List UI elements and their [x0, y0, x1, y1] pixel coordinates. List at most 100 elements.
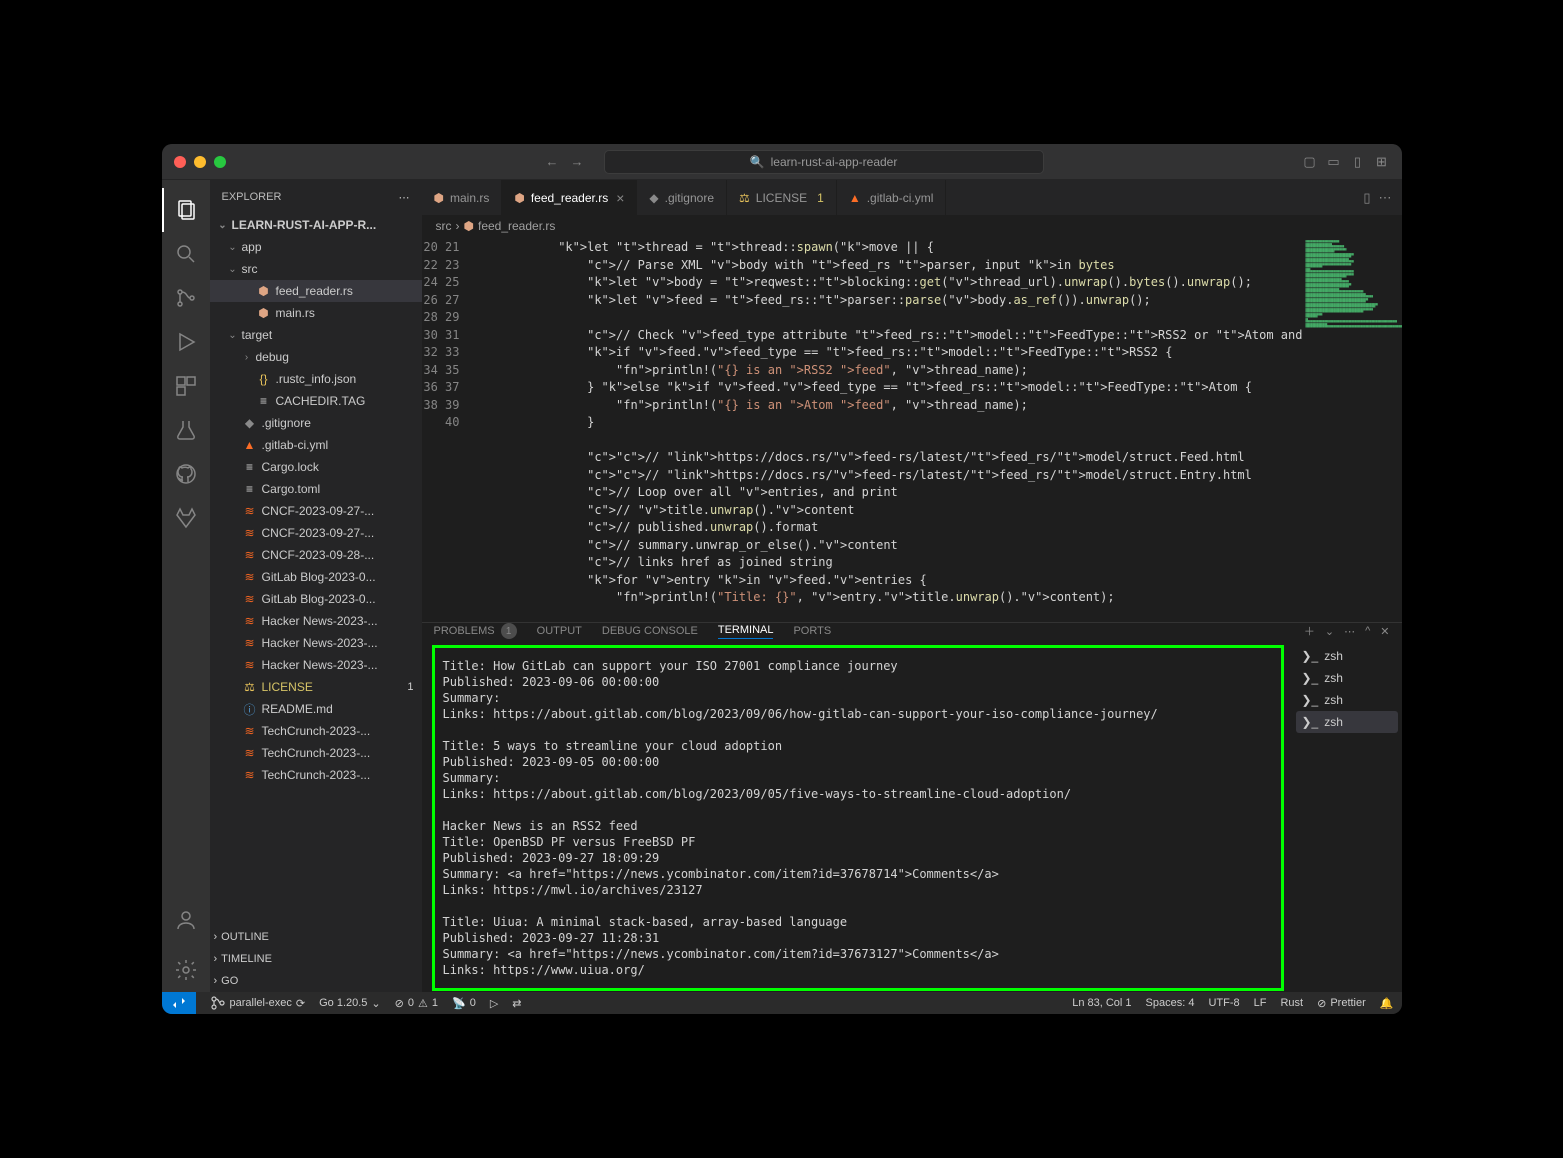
file-row[interactable]: ≋CNCF-2023-09-27-... [210, 522, 422, 544]
explorer-sidebar: EXPLORER ⋯ ⌄ LEARN-RUST-AI-APP-R... ⌄app… [210, 180, 422, 992]
file-row[interactable]: ≋Hacker News-2023-... [210, 632, 422, 654]
run-debug-activity[interactable] [162, 320, 210, 364]
tab-close-icon[interactable]: × [616, 190, 624, 206]
go-section[interactable]: ›GO [210, 970, 422, 992]
file-row[interactable]: ≋TechCrunch-2023-... [210, 720, 422, 742]
live-share-status[interactable]: ⇄ [512, 997, 521, 1010]
folder-row[interactable]: ⌄target [210, 324, 422, 346]
panel-tab[interactable]: DEBUG CONSOLE [602, 625, 698, 637]
file-label: CACHEDIR.TAG [276, 394, 366, 408]
prettier-status[interactable]: ⊘ Prettier [1317, 997, 1366, 1010]
breadcrumb[interactable]: src › ⬢ feed_reader.rs [422, 215, 1402, 237]
source-control-activity[interactable] [162, 276, 210, 320]
file-row[interactable]: ⬢feed_reader.rs [210, 280, 422, 302]
outline-section[interactable]: ›OUTLINE [210, 926, 422, 948]
terminal-output[interactable]: Title: How GitLab can support your ISO 2… [432, 645, 1284, 991]
editor-tab[interactable]: ⬢main.rs [422, 180, 503, 215]
file-row[interactable]: ≋GitLab Blog-2023-0... [210, 566, 422, 588]
folder-row[interactable]: ⌄src [210, 258, 422, 280]
editor-tab[interactable]: ◆.gitignore [637, 180, 727, 215]
count-badge: 1 [501, 623, 517, 639]
file-row[interactable]: ⓘREADME.md [210, 698, 422, 720]
nav-forward-button[interactable]: → [571, 154, 584, 169]
file-row[interactable]: ≋TechCrunch-2023-... [210, 764, 422, 786]
panel-more-icon[interactable]: ⋯ [1344, 625, 1355, 638]
testing-activity[interactable] [162, 408, 210, 452]
notifications-icon[interactable]: 🔔 [1380, 997, 1394, 1010]
folder-row[interactable]: ⌄app [210, 236, 422, 258]
file-row[interactable]: ≡CACHEDIR.TAG [210, 390, 422, 412]
radio-status[interactable]: 📡 0 [452, 997, 476, 1010]
remote-indicator[interactable] [162, 992, 196, 1014]
nav-back-button[interactable]: ← [546, 154, 559, 169]
terminal-list-item[interactable]: ❯_zsh [1296, 667, 1398, 689]
maximize-window-button[interactable] [214, 156, 226, 168]
gitlab-activity[interactable] [162, 496, 210, 540]
panel-maximize-icon[interactable]: ^ [1365, 625, 1370, 637]
eol-status[interactable]: LF [1254, 997, 1267, 1009]
settings-activity[interactable] [162, 948, 210, 992]
editor-tab[interactable]: ▲.gitlab-ci.yml [837, 180, 947, 215]
panel-body: Title: How GitLab can support your ISO 2… [422, 639, 1402, 999]
encoding-status[interactable]: UTF-8 [1208, 997, 1239, 1009]
terminal-icon: ❯_ [1302, 649, 1319, 663]
file-row[interactable]: ≡Cargo.toml [210, 478, 422, 500]
command-center-search[interactable]: 🔍 learn-rust-ai-app-reader [604, 150, 1044, 174]
panel-tab[interactable]: PORTS [793, 625, 831, 637]
minimize-window-button[interactable] [194, 156, 206, 168]
search-icon: 🔍 [750, 155, 765, 169]
cursor-position-status[interactable]: Ln 83, Col 1 [1072, 997, 1131, 1009]
sidebar-more-icon[interactable]: ⋯ [399, 191, 410, 204]
terminal-list-item[interactable]: ❯_zsh [1296, 689, 1398, 711]
terminal-list-item[interactable]: ❯_zsh [1296, 711, 1398, 733]
file-row[interactable]: ⬢main.rs [210, 302, 422, 324]
close-window-button[interactable] [174, 156, 186, 168]
explorer-activity[interactable] [162, 188, 210, 232]
file-row[interactable]: {}.rustc_info.json [210, 368, 422, 390]
editor-tab[interactable]: ⚖LICENSE1 [727, 180, 837, 215]
project-name: LEARN-RUST-AI-APP-R... [232, 218, 377, 232]
layout-panel-icon[interactable]: ▭ [1326, 154, 1342, 170]
project-header[interactable]: ⌄ LEARN-RUST-AI-APP-R... [210, 214, 422, 236]
go-version-status[interactable]: Go 1.20.5 ⌄ [319, 997, 381, 1010]
file-label: Cargo.lock [262, 460, 319, 474]
new-terminal-icon[interactable]: ＋ [1304, 623, 1315, 639]
branch-status[interactable]: parallel-exec ⟳ [210, 995, 306, 1011]
file-row[interactable]: ⚖LICENSE1 [210, 676, 422, 698]
editor-tab[interactable]: ⬢feed_reader.rs× [502, 180, 637, 215]
layout-customize-icon[interactable]: ⊞ [1374, 154, 1390, 170]
file-row[interactable]: ≋CNCF-2023-09-28-... [210, 544, 422, 566]
terminal-list-item[interactable]: ❯_zsh [1296, 645, 1398, 667]
file-row[interactable]: ≋Hacker News-2023-... [210, 654, 422, 676]
minimap[interactable]: ████████████████████████████ ███████████… [1302, 237, 1402, 622]
panel-close-icon[interactable]: ✕ [1380, 625, 1389, 638]
file-row[interactable]: ≋TechCrunch-2023-... [210, 742, 422, 764]
panel-tab[interactable]: PROBLEMS1 [434, 623, 517, 639]
file-row[interactable]: ≋CNCF-2023-09-27-... [210, 500, 422, 522]
panel-tab[interactable]: OUTPUT [537, 625, 582, 637]
layout-sidebar-left-icon[interactable]: ▢ [1302, 154, 1318, 170]
file-row[interactable]: ▲.gitlab-ci.yml [210, 434, 422, 456]
extensions-activity[interactable] [162, 364, 210, 408]
panel-tab[interactable]: TERMINAL [718, 624, 774, 639]
code-editor[interactable]: "k">let "t">thread = "t">thread::spawn("… [472, 237, 1302, 622]
split-editor-icon[interactable]: ▯ [1363, 190, 1370, 206]
problems-status[interactable]: ⊘ 0 ⚠ 1 [395, 997, 438, 1010]
file-row[interactable]: ≋GitLab Blog-2023-0... [210, 588, 422, 610]
terminal-dropdown-icon[interactable]: ⌄ [1325, 625, 1334, 638]
tabs-actions: ▯ ⋯ [1363, 180, 1401, 215]
indent-status[interactable]: Spaces: 4 [1146, 997, 1195, 1009]
file-row[interactable]: ≋Hacker News-2023-... [210, 610, 422, 632]
file-row[interactable]: ◆.gitignore [210, 412, 422, 434]
timeline-section[interactable]: ›TIMELINE [210, 948, 422, 970]
tab-more-icon[interactable]: ⋯ [1379, 190, 1392, 206]
file-label: TechCrunch-2023-... [262, 724, 371, 738]
search-activity[interactable] [162, 232, 210, 276]
language-status[interactable]: Rust [1280, 997, 1303, 1009]
debug-status[interactable]: ▷ [490, 997, 498, 1010]
layout-sidebar-right-icon[interactable]: ▯ [1350, 154, 1366, 170]
accounts-activity[interactable] [162, 898, 210, 942]
file-row[interactable]: ≡Cargo.lock [210, 456, 422, 478]
folder-row[interactable]: ›debug [210, 346, 422, 368]
github-activity[interactable] [162, 452, 210, 496]
